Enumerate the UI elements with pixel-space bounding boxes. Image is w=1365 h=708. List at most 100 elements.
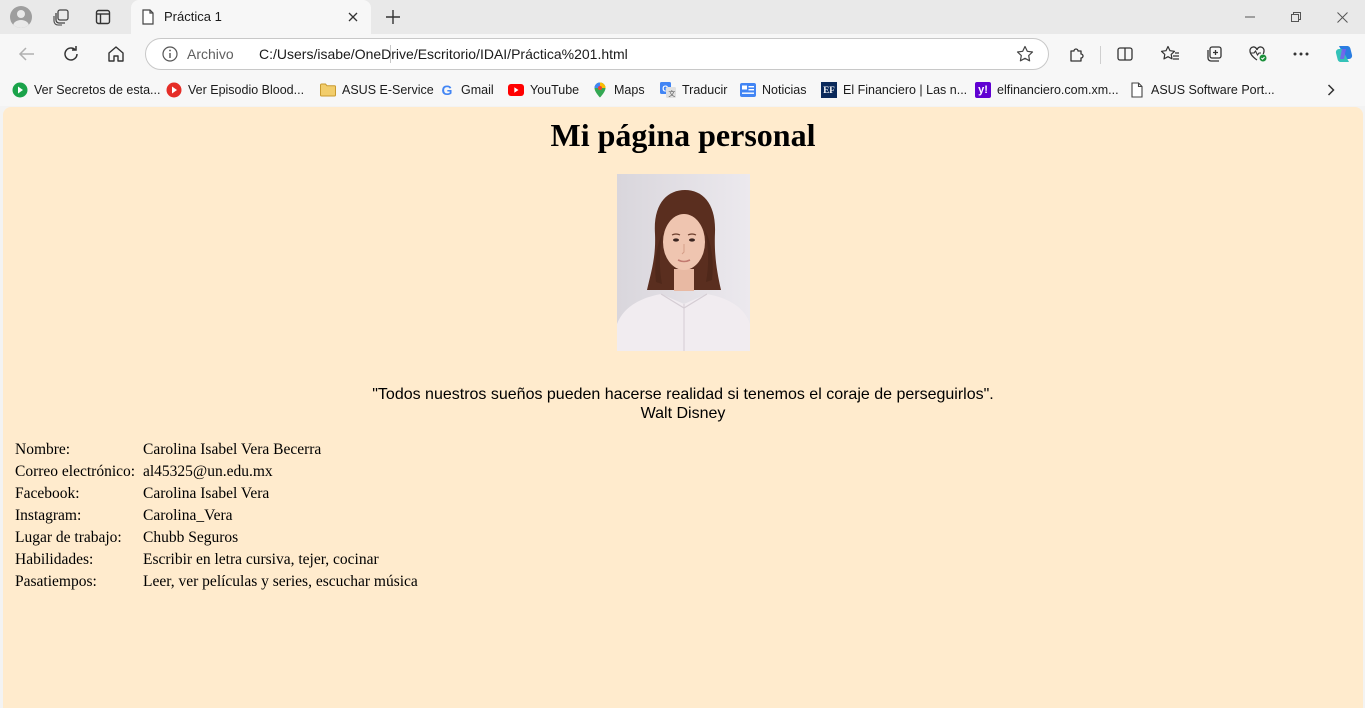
ellipsis-icon xyxy=(1293,52,1309,56)
tab-actions-button[interactable] xyxy=(88,3,118,31)
scheme-label: Archivo xyxy=(187,46,234,62)
favorites-icon xyxy=(1160,45,1179,60)
back-button[interactable] xyxy=(11,38,43,70)
extensions-button[interactable] xyxy=(1061,38,1093,70)
tab-actions-icon xyxy=(95,9,111,25)
row-value: Carolina Isabel Vera Becerra xyxy=(143,441,322,458)
favorites-bar: Ver Secretos de esta... Ver Episodio Blo… xyxy=(0,74,1365,106)
favorite-item[interactable]: YouTube xyxy=(508,79,579,101)
favorite-item[interactable]: ASUS E-Service xyxy=(320,79,434,101)
ef-icon: EF xyxy=(821,82,837,98)
minimize-button[interactable] xyxy=(1227,0,1273,34)
favorite-label: YouTube xyxy=(530,83,580,97)
favorite-item[interactable]: Ver Secretos de esta... xyxy=(12,79,160,101)
favorites-button[interactable] xyxy=(1154,38,1186,70)
favorite-label: ASUS Software Port... xyxy=(1151,83,1275,97)
table-row: Lugar de trabajo: Chubb Seguros xyxy=(15,529,418,551)
active-tab[interactable]: Práctica 1 xyxy=(131,0,371,34)
favorite-item[interactable]: Ver Episodio Blood... xyxy=(166,79,304,101)
workspaces-button[interactable] xyxy=(46,3,76,31)
favorite-item[interactable]: Maps xyxy=(592,79,645,101)
play-circle-icon xyxy=(166,82,182,98)
maps-pin-icon xyxy=(592,82,608,98)
star-icon[interactable] xyxy=(1016,45,1034,63)
table-row: Nombre: Carolina Isabel Vera Becerra xyxy=(15,441,418,463)
restore-icon xyxy=(1291,12,1301,22)
chevron-right-icon xyxy=(1327,84,1335,96)
profile-button[interactable] xyxy=(6,3,36,31)
row-label: Instagram: xyxy=(15,507,82,524)
row-value: Escribir en letra cursiva, tejer, cocina… xyxy=(143,551,379,568)
table-row: Instagram: Carolina_Vera xyxy=(15,507,418,529)
copilot-icon xyxy=(1335,46,1353,62)
close-icon xyxy=(348,12,358,22)
favorite-label: El Financiero | Las n... xyxy=(843,83,968,97)
personal-info-table: Nombre: Carolina Isabel Vera Becerra Cor… xyxy=(15,441,418,595)
favorite-label: ASUS E-Service xyxy=(342,83,434,97)
home-button[interactable] xyxy=(100,38,132,70)
reload-icon xyxy=(64,46,78,61)
navigation-bar: Archivo C:/Users/isabe/OneDrive/Escritor… xyxy=(0,34,1365,74)
info-icon[interactable] xyxy=(162,46,178,62)
split-screen-button[interactable] xyxy=(1109,38,1141,70)
translate-icon: G文 xyxy=(660,82,676,98)
google-icon: G xyxy=(441,82,453,98)
favorite-label: Traducir xyxy=(682,83,728,97)
collections-icon xyxy=(1207,46,1222,62)
tab-close-button[interactable] xyxy=(343,7,363,27)
more-options-button[interactable] xyxy=(1285,38,1317,70)
reload-button[interactable] xyxy=(55,38,87,70)
window-close-button[interactable] xyxy=(1319,0,1365,34)
arrow-left-icon xyxy=(18,47,34,61)
folder-icon xyxy=(320,82,336,98)
table-row: Facebook: Carolina Isabel Vera xyxy=(15,485,418,507)
favorite-label: Maps xyxy=(614,83,645,97)
heart-pulse-icon xyxy=(1249,46,1267,62)
row-label: Nombre: xyxy=(15,441,71,458)
close-icon xyxy=(1336,11,1348,23)
favorite-item[interactable]: G Gmail xyxy=(439,79,494,101)
favorite-label: Gmail xyxy=(461,83,494,97)
favorite-item[interactable]: y! elfinanciero.com.xm... xyxy=(975,79,1119,101)
performance-button[interactable] xyxy=(1242,38,1274,70)
page-icon xyxy=(142,9,154,25)
row-label: Habilidades: xyxy=(15,551,94,568)
split-screen-icon xyxy=(1117,47,1133,61)
url-text[interactable]: C:/Users/isabe/OneDrive/Escritorio/IDAI/… xyxy=(259,46,628,62)
plus-icon xyxy=(386,10,400,24)
row-label: Facebook: xyxy=(15,485,80,502)
row-label: Pasatiempos: xyxy=(15,573,97,590)
row-label: Lugar de trabajo: xyxy=(15,529,122,546)
quote-text: "Todos nuestros sueños pueden hacerse re… xyxy=(372,386,994,403)
home-icon xyxy=(108,46,124,62)
favorites-overflow-button[interactable] xyxy=(1320,79,1342,101)
quote-block: "Todos nuestros sueños pueden hacerse re… xyxy=(3,385,1363,423)
favorite-label: Ver Secretos de esta... xyxy=(34,83,161,97)
youtube-icon xyxy=(508,82,524,98)
favorite-label: Noticias xyxy=(762,83,807,97)
toolbar-divider xyxy=(1100,46,1101,64)
favorite-item[interactable]: Noticias xyxy=(740,79,806,101)
address-bar[interactable]: Archivo C:/Users/isabe/OneDrive/Escritor… xyxy=(145,38,1049,70)
workspaces-icon xyxy=(53,9,69,26)
new-tab-button[interactable] xyxy=(378,3,408,31)
collections-button[interactable] xyxy=(1198,38,1230,70)
row-label: Correo electrónico: xyxy=(15,463,136,480)
play-circle-icon xyxy=(12,82,28,98)
page-viewport: Mi página personal "Todos nuestros sueño… xyxy=(3,107,1363,708)
favorite-item[interactable]: EF El Financiero | Las n... xyxy=(821,79,967,101)
page-heading: Mi página personal xyxy=(550,117,816,153)
favorite-item[interactable]: G文 Traducir xyxy=(660,79,727,101)
row-value: Carolina Isabel Vera xyxy=(143,485,270,502)
favorite-item[interactable]: ASUS Software Port... xyxy=(1129,79,1275,101)
minimize-icon xyxy=(1245,16,1255,18)
profile-photo xyxy=(617,174,750,351)
restore-button[interactable] xyxy=(1273,0,1319,34)
table-row: Correo electrónico: al45325@un.edu.mx xyxy=(15,463,418,485)
tab-strip: Práctica 1 xyxy=(0,0,1365,34)
favorite-label: Ver Episodio Blood... xyxy=(188,83,305,97)
table-row: Pasatiempos: Leer, ver películas y serie… xyxy=(15,573,418,595)
news-icon xyxy=(740,82,756,98)
tab-title: Práctica 1 xyxy=(164,9,222,24)
copilot-button[interactable] xyxy=(1328,38,1360,70)
